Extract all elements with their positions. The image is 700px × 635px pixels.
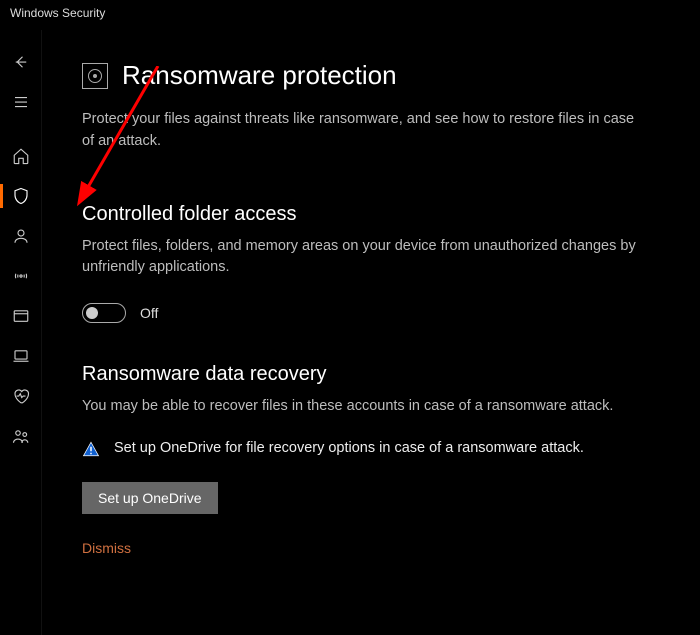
- broadcast-icon: [12, 267, 30, 285]
- sidebar-item-family[interactable]: [0, 416, 42, 456]
- page-description: Protect your files against threats like …: [82, 109, 642, 153]
- home-icon: [12, 147, 30, 165]
- sidebar-item-device-security[interactable]: [0, 336, 42, 376]
- section-data-recovery: Ransomware data recovery You may be able…: [82, 363, 660, 556]
- cfa-toggle-label: Off: [140, 305, 158, 321]
- heart-icon: [12, 387, 30, 405]
- sidebar-item-firewall[interactable]: [0, 256, 42, 296]
- cfa-toggle[interactable]: [82, 303, 126, 323]
- person-icon: [12, 227, 30, 245]
- sidebar-item-home[interactable]: [0, 136, 42, 176]
- setup-onedrive-button[interactable]: Set up OneDrive: [82, 482, 218, 514]
- window-icon: [12, 307, 30, 325]
- page-title: Ransomware protection: [122, 60, 397, 91]
- window-title: Windows Security: [0, 0, 700, 30]
- cfa-description: Protect files, folders, and memory areas…: [82, 236, 642, 280]
- arrow-left-icon: [12, 53, 30, 71]
- menu-button[interactable]: [0, 82, 42, 122]
- toggle-knob: [86, 307, 98, 319]
- sidebar: [0, 30, 42, 635]
- family-icon: [12, 427, 30, 445]
- dismiss-link[interactable]: Dismiss: [82, 540, 660, 556]
- ransomware-icon: [82, 63, 108, 89]
- shield-icon: [12, 187, 30, 205]
- recovery-description: You may be able to recover files in thes…: [82, 396, 642, 418]
- recovery-heading: Ransomware data recovery: [82, 363, 660, 386]
- warning-icon: [82, 440, 100, 458]
- sidebar-item-virus-protection[interactable]: [0, 176, 42, 216]
- sidebar-item-account[interactable]: [0, 216, 42, 256]
- sidebar-item-device-health[interactable]: [0, 376, 42, 416]
- sidebar-item-app-control[interactable]: [0, 296, 42, 336]
- laptop-icon: [12, 347, 30, 365]
- cfa-heading: Controlled folder access: [82, 203, 660, 226]
- back-button[interactable]: [0, 42, 42, 82]
- main-content: Ransomware protection Protect your files…: [42, 30, 700, 635]
- hamburger-icon: [12, 93, 30, 111]
- section-controlled-folder-access: Controlled folder access Protect files, …: [82, 203, 660, 324]
- recovery-alert-text: Set up OneDrive for file recovery option…: [114, 438, 584, 460]
